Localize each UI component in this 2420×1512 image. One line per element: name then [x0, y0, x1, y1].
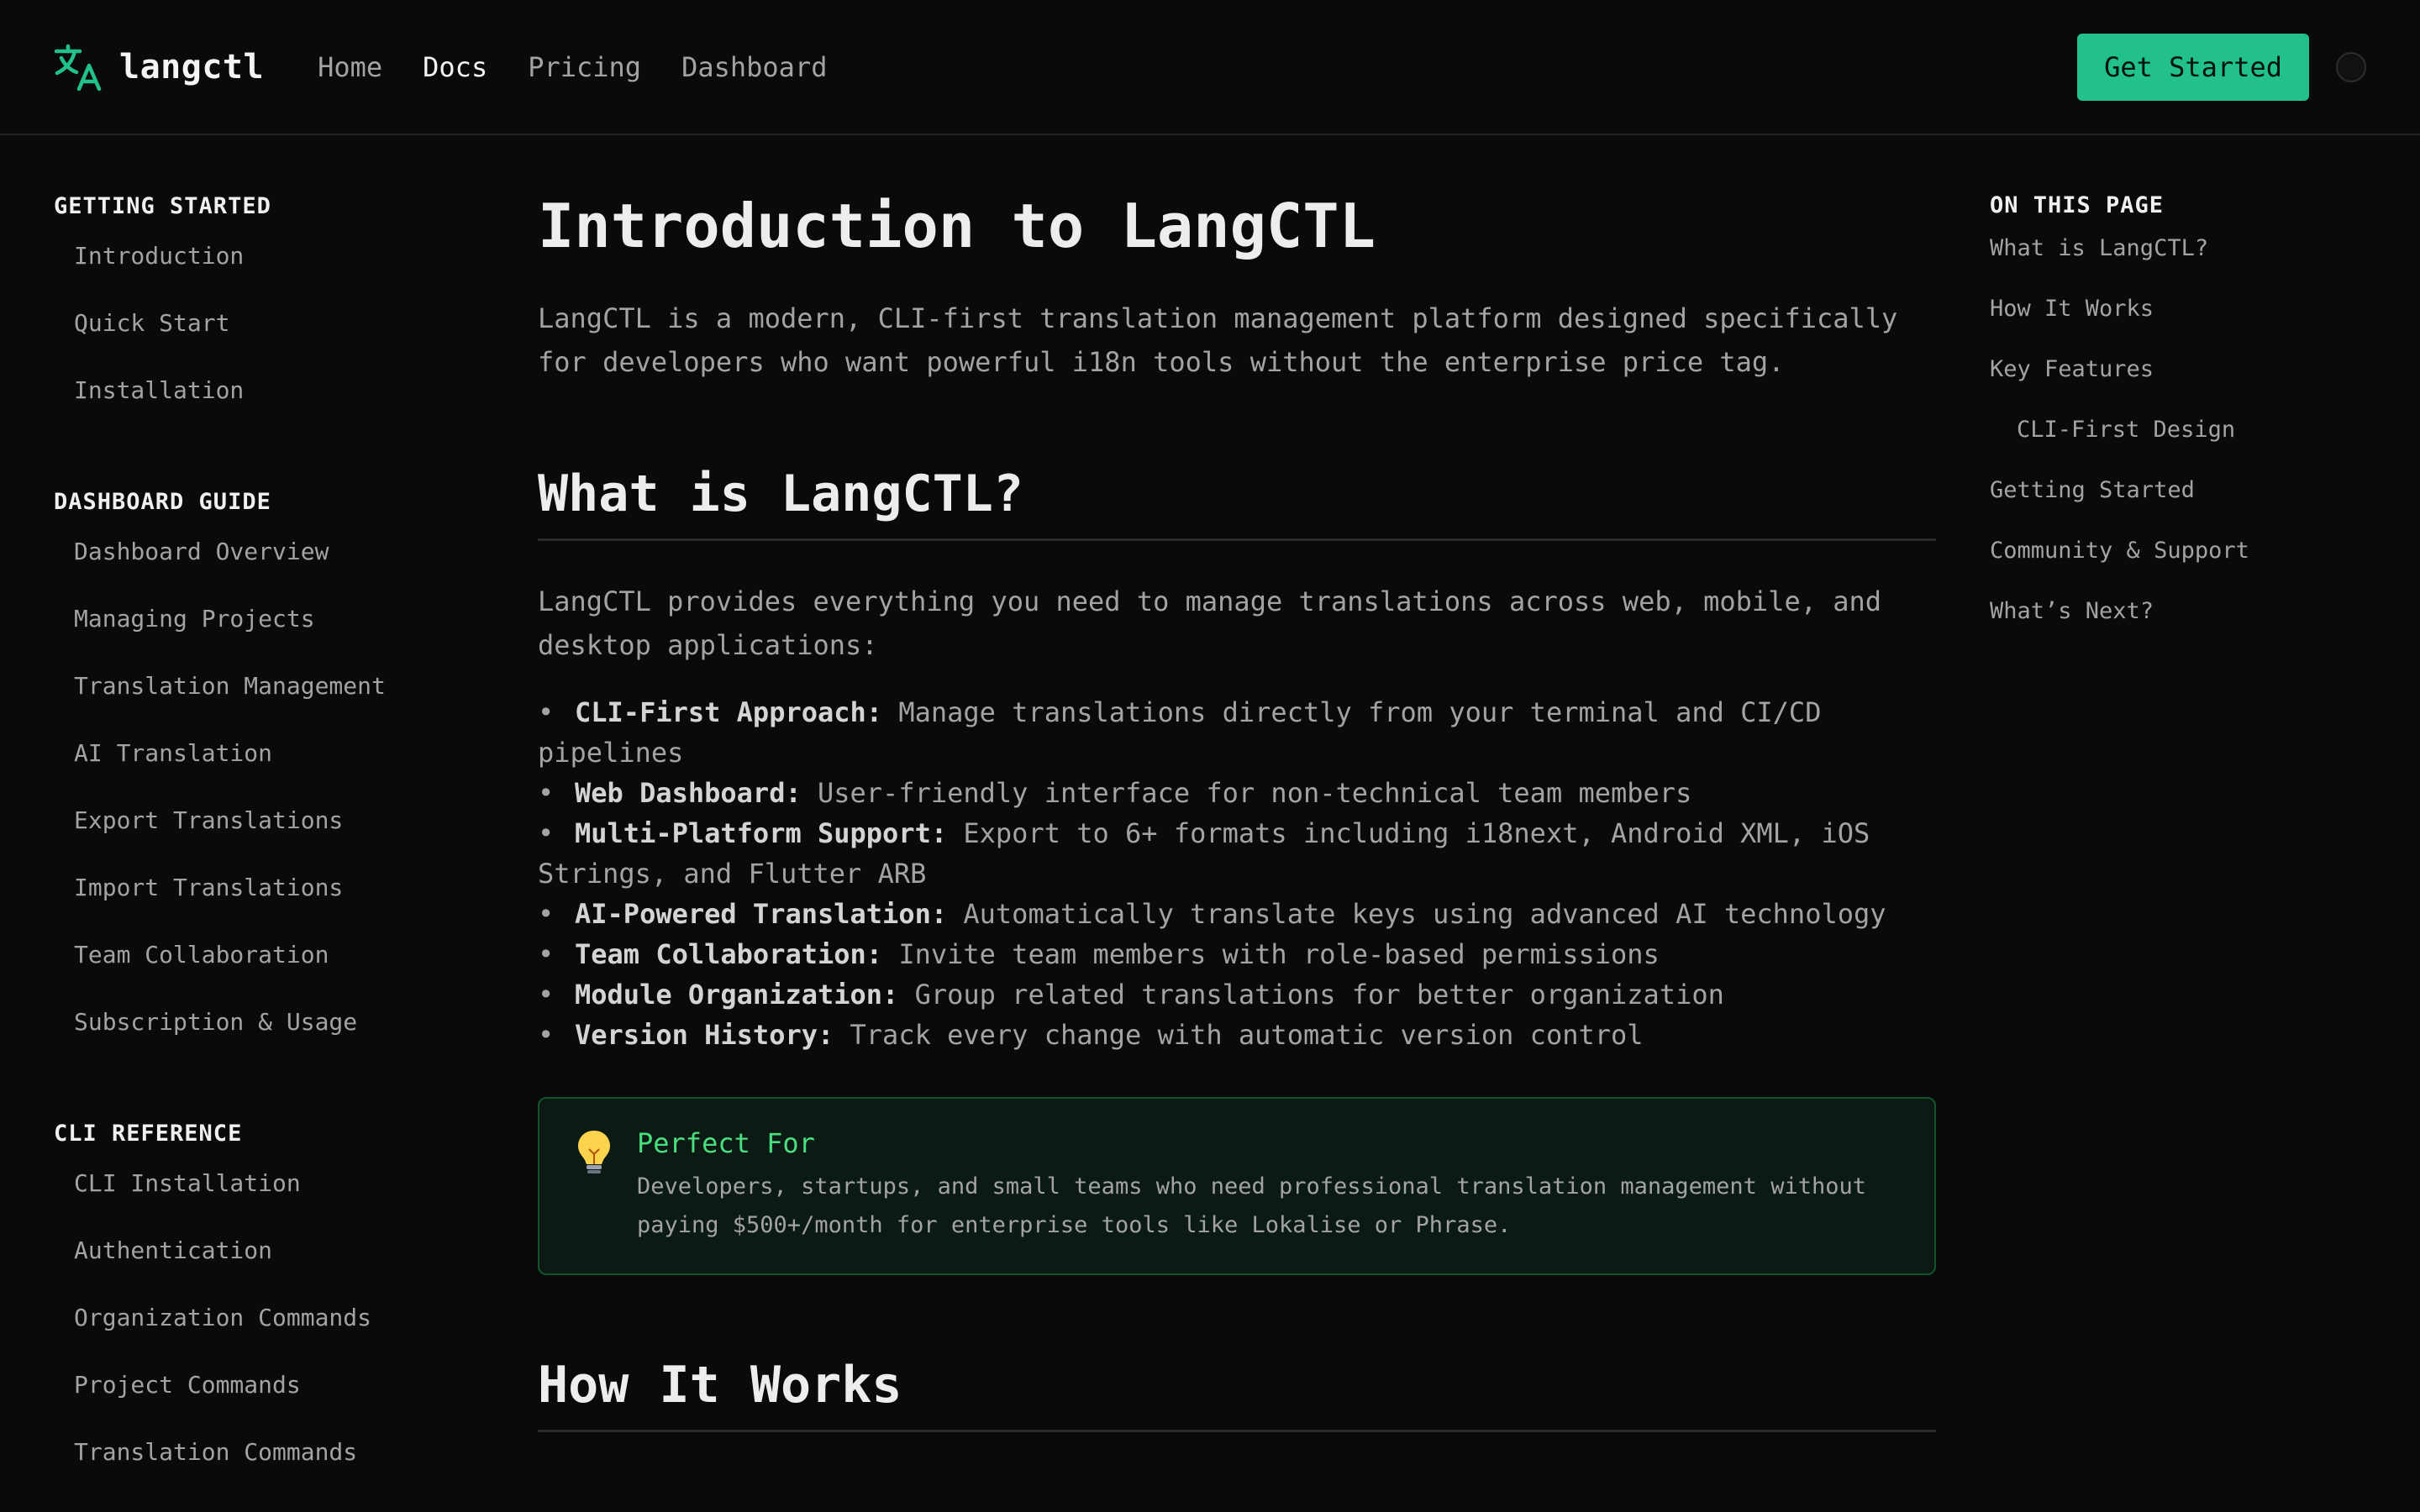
sidebar-item-managing-projects[interactable]: Managing Projects [54, 585, 474, 653]
sidebar-item-dashboard-overview[interactable]: Dashboard Overview [54, 518, 474, 585]
sidebar-item-authentication[interactable]: Authentication [54, 1217, 474, 1284]
sidebar-group-cli-reference: CLI REFERENCE CLI Installation Authentic… [54, 1056, 474, 1486]
toc-item-community-support[interactable]: Community & Support [1990, 521, 2393, 581]
section-intro-paragraph: LangCTL provides everything you need to … [538, 585, 1882, 661]
bullet-icon: • [538, 696, 555, 728]
list-item: • Web Dashboard: User-friendly interface … [538, 773, 1936, 813]
toc-item-getting-started[interactable]: Getting Started [1990, 460, 2393, 521]
callout-body: Perfect For Developers, startups, and sm… [637, 1127, 1901, 1245]
translate-icon [54, 44, 102, 91]
feature-name: Version History [575, 1019, 818, 1051]
feature-name: AI-Powered Translation [575, 898, 931, 930]
sidebar-item-organization-commands[interactable]: Organization Commands [54, 1284, 474, 1352]
sidebar-item-translation-commands[interactable]: Translation Commands [54, 1419, 474, 1486]
intro-paragraph: LangCTL is a modern, CLI-first translati… [538, 302, 1898, 378]
list-item: • CLI-First Approach: Manage translations… [538, 692, 1936, 773]
feature-list: • CLI-First Approach: Manage translations… [538, 692, 1936, 1055]
sidebar-heading: GETTING STARTED [54, 193, 271, 219]
lightbulb-icon [578, 1131, 610, 1173]
page-title: Introduction to LangCTL [538, 191, 1376, 261]
perfect-for-callout: Perfect For Developers, startups, and sm… [538, 1097, 1936, 1275]
feature-name: Multi-Platform Support [575, 817, 931, 849]
feature-desc: User-friendly interface for non-technica… [817, 777, 1692, 809]
list-item: • Team Collaboration: Invite team members… [538, 934, 1936, 974]
feature-name: CLI-First Approach [575, 696, 866, 728]
docs-content: Introduction to LangCTL LangCTL is a mod… [538, 135, 1936, 1432]
sidebar-item-export-translations[interactable]: Export Translations [54, 787, 474, 854]
toc-heading: ON THIS PAGE [1990, 192, 2165, 218]
brand-name: langctl [119, 47, 265, 87]
nav-home[interactable]: Home [318, 51, 382, 83]
feature-desc: Track every change with automatic versio… [850, 1019, 1644, 1051]
sidebar-item-cli-installation[interactable]: CLI Installation [54, 1150, 474, 1217]
sidebar-heading: CLI REFERENCE [54, 1121, 243, 1147]
bullet-icon: • [538, 1019, 555, 1051]
toc-item-key-features[interactable]: Key Features [1990, 339, 2393, 400]
sidebar-group-getting-started: GETTING STARTED Introduction Quick Start… [54, 135, 474, 424]
section-heading-what-is: What is LangCTL? [538, 465, 1936, 541]
bullet-icon: • [538, 777, 555, 809]
top-navbar: langctl Home Docs Pricing Dashboard Get … [0, 0, 2420, 135]
bullet-icon: • [538, 938, 555, 970]
sidebar-group-dashboard-guide: DASHBOARD GUIDE Dashboard Overview Manag… [54, 424, 474, 1056]
list-item: • Version History: Track every change wit… [538, 1015, 1936, 1055]
list-item: • Multi-Platform Support: Export to 6+ fo… [538, 813, 1936, 894]
nav-pricing[interactable]: Pricing [528, 51, 641, 83]
callout-text: Developers, startups, and small teams wh… [637, 1173, 1866, 1238]
nav-docs[interactable]: Docs [423, 51, 487, 83]
sidebar-item-import-translations[interactable]: Import Translations [54, 854, 474, 921]
sidebar-heading: DASHBOARD GUIDE [54, 489, 271, 515]
feature-desc: Automatically translate keys using advan… [963, 898, 1886, 930]
sidebar-item-ai-translation[interactable]: AI Translation [54, 720, 474, 787]
sidebar-item-team-collaboration[interactable]: Team Collaboration [54, 921, 474, 989]
bullet-icon: • [538, 898, 555, 930]
get-started-button[interactable]: Get Started [2077, 33, 2309, 101]
sidebar-item-translation-management[interactable]: Translation Management [54, 653, 474, 720]
docs-sidebar: GETTING STARTED Introduction Quick Start… [54, 135, 474, 1486]
callout-title: Perfect For [637, 1127, 815, 1159]
header-actions: Get Started [2077, 33, 2366, 101]
sidebar-item-subscription-usage[interactable]: Subscription & Usage [54, 989, 474, 1056]
toc-item-how-it-works[interactable]: How It Works [1990, 279, 2393, 339]
toc-item-cli-first-design[interactable]: CLI-First Design [1990, 400, 2393, 460]
main-nav: Home Docs Pricing Dashboard [318, 51, 827, 83]
toc-item-whats-next[interactable]: What’s Next? [1990, 581, 2393, 642]
sidebar-item-installation[interactable]: Installation [54, 357, 474, 424]
list-item: • AI-Powered Translation: Automatically t… [538, 894, 1936, 934]
on-this-page-toc: ON THIS PAGE What is LangCTL? How It Wor… [1990, 135, 2393, 642]
sidebar-item-introduction[interactable]: Introduction [54, 223, 474, 290]
sidebar-item-quick-start[interactable]: Quick Start [54, 290, 474, 357]
bullet-icon: • [538, 817, 555, 849]
bullet-icon: • [538, 979, 555, 1011]
feature-name: Team Collaboration [575, 938, 866, 970]
sidebar-item-project-commands[interactable]: Project Commands [54, 1352, 474, 1419]
theme-toggle-icon[interactable] [2336, 51, 2366, 82]
nav-dashboard[interactable]: Dashboard [681, 51, 827, 83]
feature-name: Module Organization [575, 979, 883, 1011]
feature-desc: Invite team members with role-based perm… [898, 938, 1660, 970]
list-item: • Module Organization: Group related tran… [538, 974, 1936, 1015]
feature-name: Web Dashboard [575, 777, 786, 809]
brand-logo-link[interactable]: langctl [54, 44, 264, 91]
feature-desc: Group related translations for better or… [914, 979, 1724, 1011]
toc-item-what-is[interactable]: What is LangCTL? [1990, 218, 2393, 279]
section-heading-how-it-works: How It Works [538, 1356, 1936, 1432]
